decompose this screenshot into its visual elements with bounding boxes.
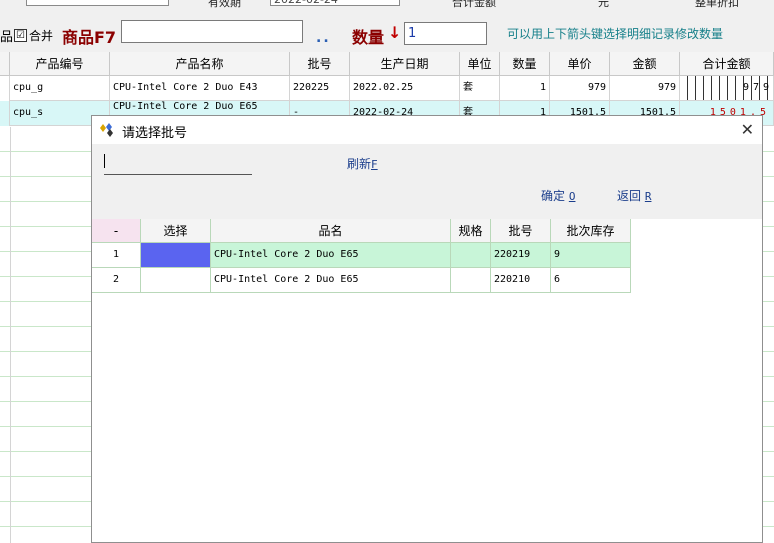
table-cell[interactable]: 套 xyxy=(460,76,500,101)
col-header-select[interactable]: 选择 xyxy=(141,219,211,243)
qty-sort-arrow-icon: ↓ xyxy=(388,23,402,42)
batch-select-dialog: 请选择批号 ✕ 刷新F 确定 O 返回 R - 选择 品名 规格 批号 批次库存… xyxy=(91,115,763,543)
table-cell[interactable]: 220219 xyxy=(491,243,551,268)
row-index[interactable]: 1 xyxy=(92,243,141,268)
col-header-name[interactable]: 产品名称 xyxy=(110,52,290,76)
dialog-toolbar: 刷新F 确定 O 返回 R xyxy=(92,144,762,219)
date-field[interactable]: 2022-02-24 xyxy=(270,0,400,6)
col-header-stock[interactable]: 批次库存 xyxy=(551,219,631,243)
col-header-date[interactable]: 生产日期 xyxy=(350,52,460,76)
col-header-qty[interactable]: 数量 xyxy=(500,52,550,76)
table-cell[interactable]: 2022.02.25 xyxy=(350,76,460,101)
ok-hotkey: O xyxy=(568,190,576,203)
merge-label: 合并 xyxy=(29,29,54,43)
table-cell[interactable]: 979 xyxy=(610,76,680,101)
top-strip: 有效期 2022-02-24 合计金额 元 整单折扣 xyxy=(0,0,774,12)
refresh-button[interactable]: 刷新F xyxy=(347,155,378,172)
product-label: 商品F7 xyxy=(62,28,117,47)
col-header-batch[interactable]: 批号 xyxy=(491,219,551,243)
col-header-amount[interactable]: 金额 xyxy=(610,52,680,76)
row-indicator xyxy=(0,76,10,101)
table-cell[interactable]: 220210 xyxy=(491,268,551,293)
table-cell[interactable]: CPU-Intel Core 2 Duo E65 xyxy=(211,243,451,268)
refresh-label: 刷新 xyxy=(347,157,372,171)
app-icon xyxy=(100,123,113,137)
grid-line xyxy=(10,127,11,543)
col-header-index[interactable]: - xyxy=(92,219,141,243)
col-header-spec[interactable]: 规格 xyxy=(451,219,491,243)
qty-label: 数量 xyxy=(352,28,385,47)
table-cell[interactable] xyxy=(451,268,491,293)
row-indicator xyxy=(0,101,10,126)
select-cell[interactable] xyxy=(141,268,211,293)
refresh-hotkey: F xyxy=(371,158,378,171)
table-cell[interactable]: 1 xyxy=(500,76,550,101)
col-header-total[interactable]: 合计金额 xyxy=(680,52,774,76)
grid-corner xyxy=(0,52,10,76)
discount-label: 整单折扣 xyxy=(695,0,739,9)
table-cell[interactable]: 6 xyxy=(551,268,631,293)
table-cell[interactable]: cpu_g xyxy=(10,76,110,101)
back-hotkey: R xyxy=(644,190,652,203)
product-input[interactable] xyxy=(121,20,303,43)
select-cell[interactable] xyxy=(141,243,211,268)
dialog-titlebar[interactable]: 请选择批号 ✕ xyxy=(92,116,762,144)
ok-button[interactable]: 确定 O xyxy=(541,187,575,204)
back-button[interactable]: 返回 R xyxy=(617,187,651,204)
table-cell[interactable] xyxy=(451,243,491,268)
table-cell[interactable]: 979 xyxy=(680,76,774,101)
qty-input[interactable]: 1 xyxy=(404,22,487,45)
col-header-name[interactable]: 品名 xyxy=(211,219,451,243)
col-header-unit[interactable]: 单位 xyxy=(460,52,500,76)
product-prefix-label: 品 xyxy=(0,30,14,45)
search-input[interactable] xyxy=(104,152,252,175)
table-cell[interactable]: CPU-Intel Core 2 Duo E43 xyxy=(110,76,290,101)
top-field[interactable] xyxy=(26,0,169,6)
back-label: 返回 xyxy=(617,189,642,203)
close-icon[interactable]: ✕ xyxy=(741,120,754,139)
col-header-price[interactable]: 单价 xyxy=(550,52,610,76)
table-cell[interactable]: 220225 xyxy=(290,76,350,101)
text-caret xyxy=(104,154,105,168)
table-cell[interactable]: 979 xyxy=(550,76,610,101)
more-button[interactable]: .. xyxy=(316,30,331,46)
dialog-title: 请选择批号 xyxy=(122,126,188,141)
row-index[interactable]: 2 xyxy=(92,268,141,293)
table-cell[interactable]: 9 xyxy=(551,243,631,268)
table-cell[interactable]: CPU-Intel Core 2 Duo E65 xyxy=(211,268,451,293)
col-header-code[interactable]: 产品编号 xyxy=(10,52,110,76)
col-header-batch[interactable]: 批号 xyxy=(290,52,350,76)
ok-label: 确定 xyxy=(541,189,566,203)
yuan-label: 元 xyxy=(598,0,609,9)
hint-text: 可以用上下箭头键选择明细记录修改数量 xyxy=(507,27,724,41)
merge-checkbox[interactable]: ☑ xyxy=(14,29,27,42)
amount-label: 合计金额 xyxy=(452,0,496,9)
date-label: 有效期 xyxy=(208,0,241,9)
